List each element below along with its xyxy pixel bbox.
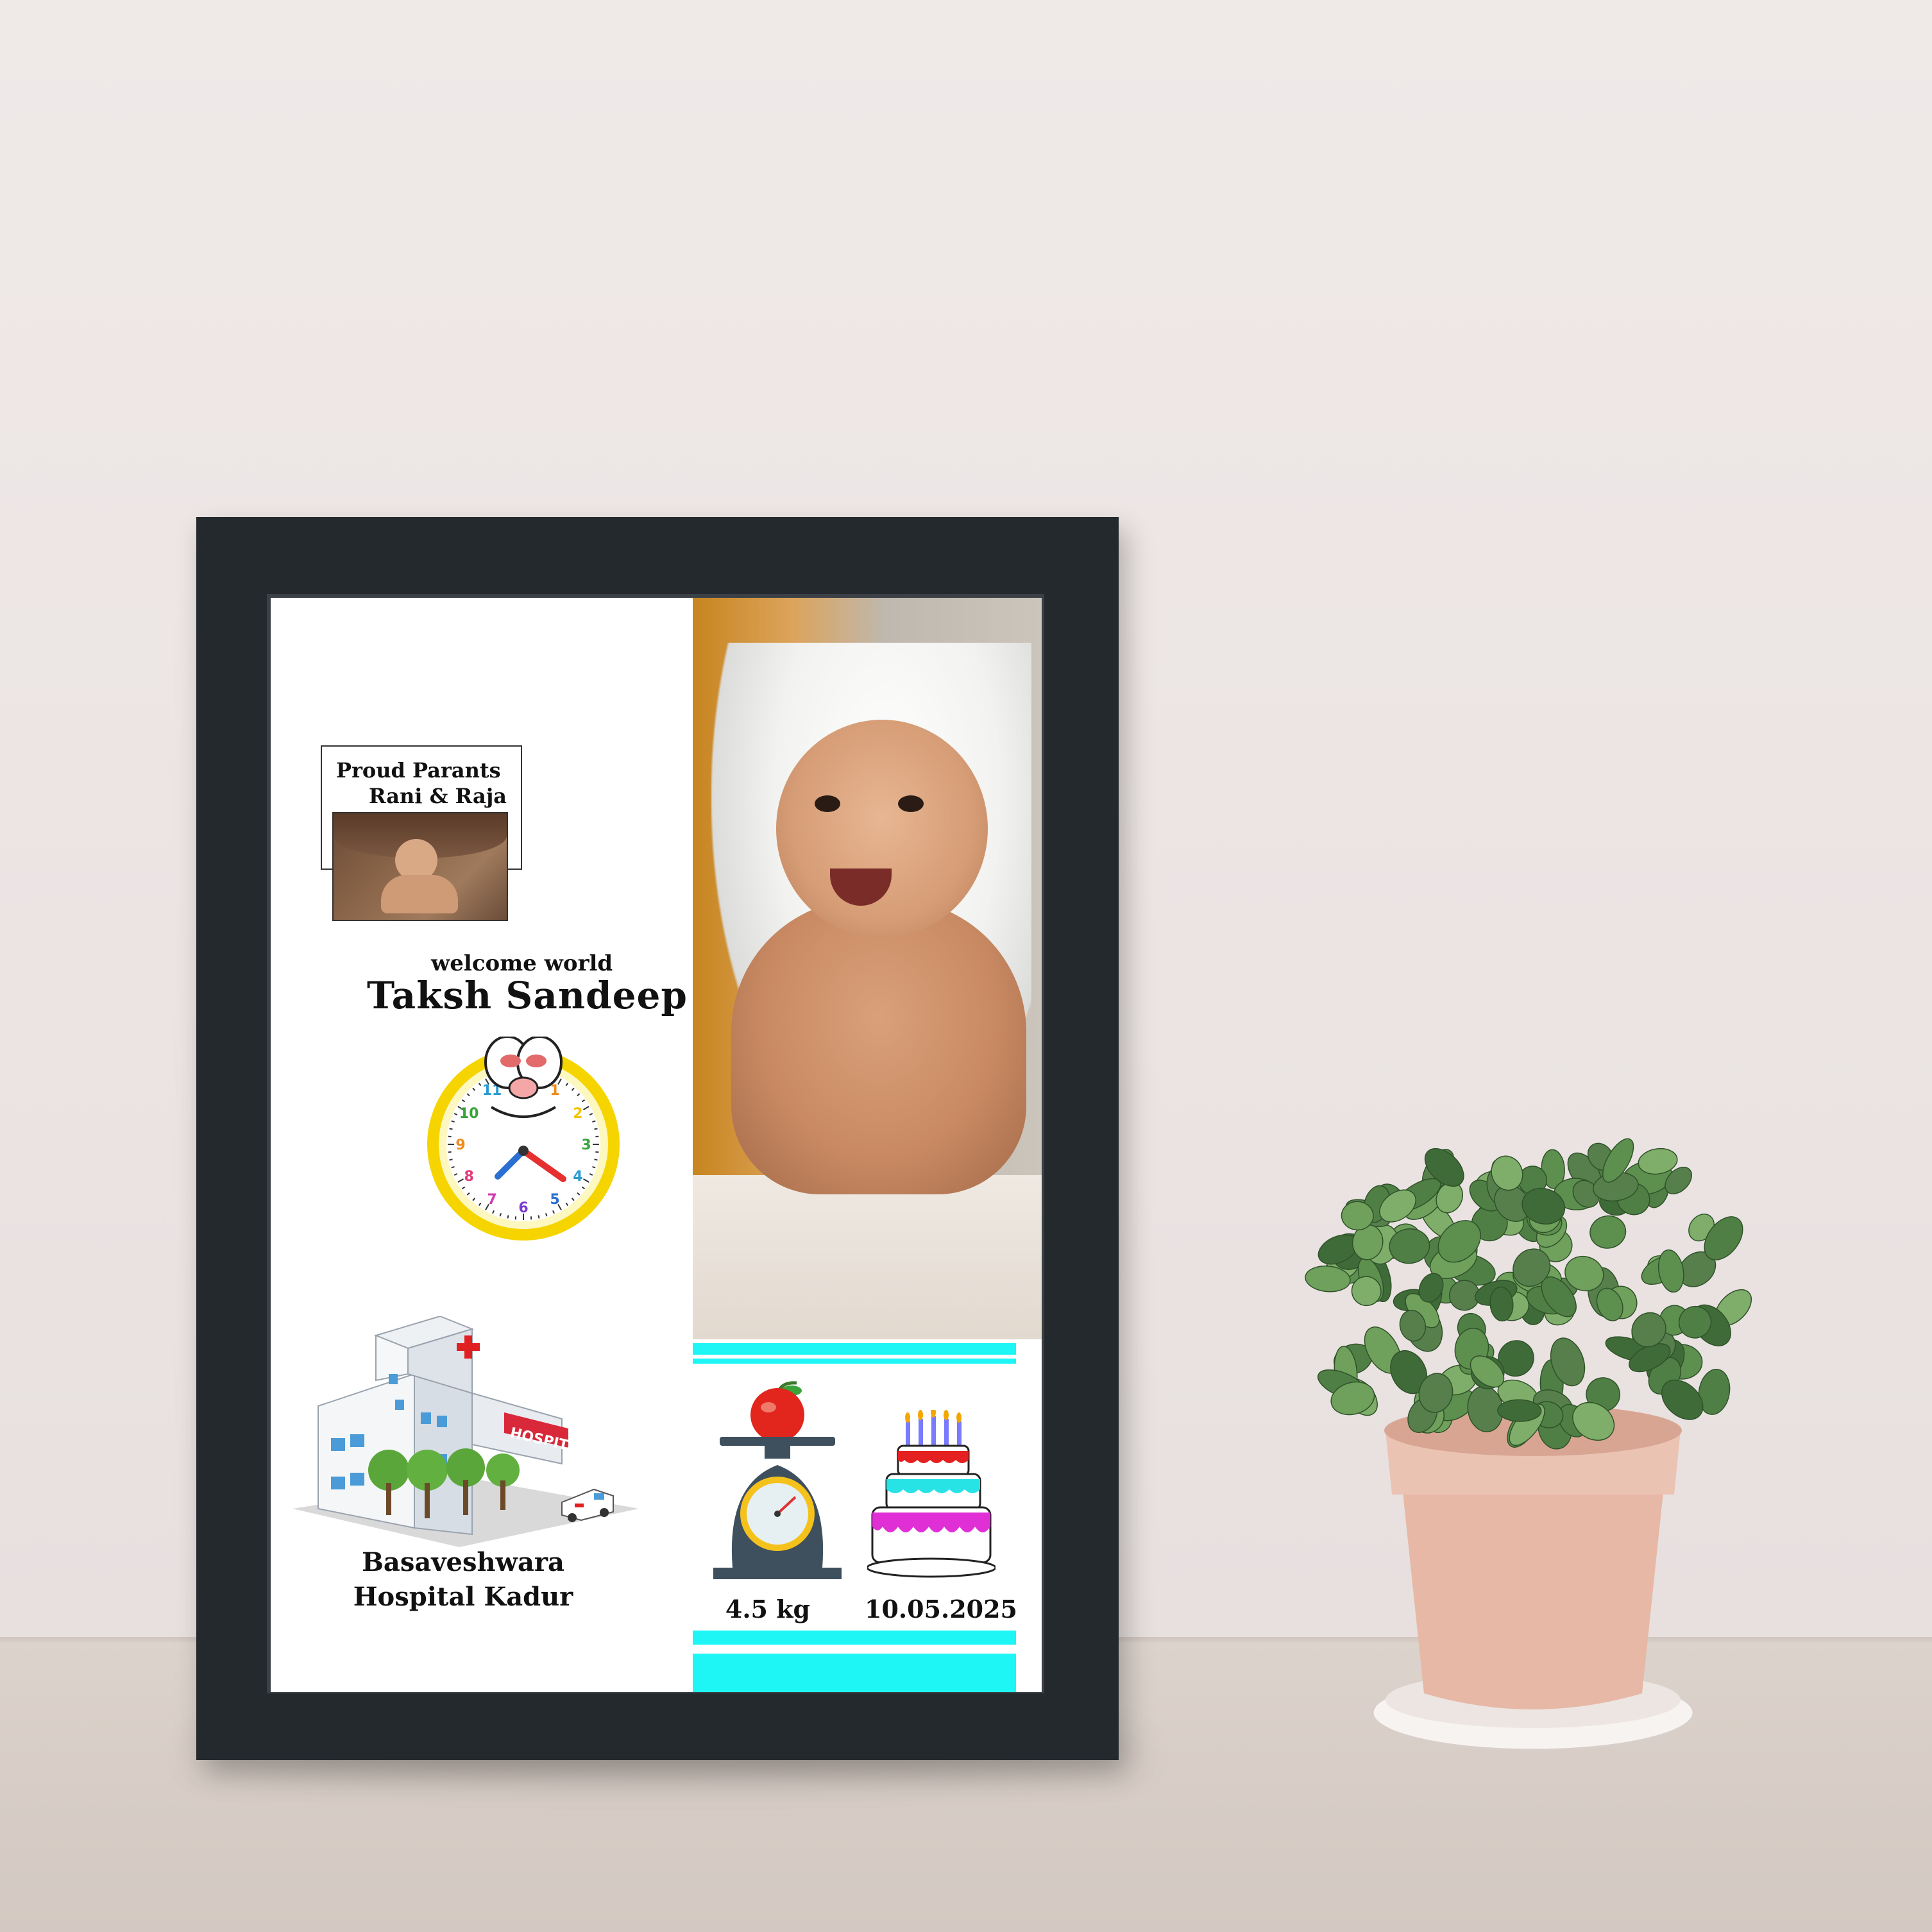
hospital-name-line2: Hospital Kadur [353,1582,573,1612]
birth-date: 10.05.2025 [865,1595,1017,1623]
birth-announcement-print: Proud Parants Rani & Raja welcome world … [271,598,1042,1692]
clock-number: 4 [573,1169,582,1185]
weighing-scale-icon [713,1381,842,1579]
baby-name: Taksh Sandeep [367,974,688,1017]
clock-number: 10 [459,1106,479,1122]
cyan-stripe-bottom-wide [693,1654,1016,1692]
cyan-stripe-bottom [693,1631,1016,1645]
baby-main-photo [693,598,1042,1339]
photo-baby-body [731,899,1026,1194]
welcome-text: welcome world [431,951,613,976]
potted-plant [1305,1138,1752,1751]
cyan-stripe-top-thin [693,1359,1016,1364]
photo-bed [693,1175,1042,1339]
clock-number: 9 [455,1137,465,1153]
photo-frame: Proud Parants Rani & Raja welcome world … [196,517,1119,1760]
hospital-name-line1: Basaveshwara [362,1547,564,1577]
photo-baby-face [776,720,988,938]
baby-thumbnail-photo [332,812,508,921]
parents-names: Rani & Raja [368,784,507,808]
clock-number: 5 [550,1192,559,1208]
hospital-building-icon: HOSPITAL [292,1316,639,1547]
clock-number: 7 [487,1192,496,1208]
clock-number: 2 [573,1106,582,1122]
cartoon-clock-icon: 121234567891011 [427,1037,620,1241]
clock-number: 8 [464,1169,473,1185]
thumbnail-baby-body [381,875,458,913]
clock-number: 6 [518,1200,528,1216]
parents-label: Proud Parants [336,758,501,783]
birthday-cake-icon [867,1410,996,1578]
cyan-stripe-top [693,1343,1016,1355]
clock-number: 3 [581,1137,591,1153]
birth-weight: 4.5 kg [725,1595,811,1623]
